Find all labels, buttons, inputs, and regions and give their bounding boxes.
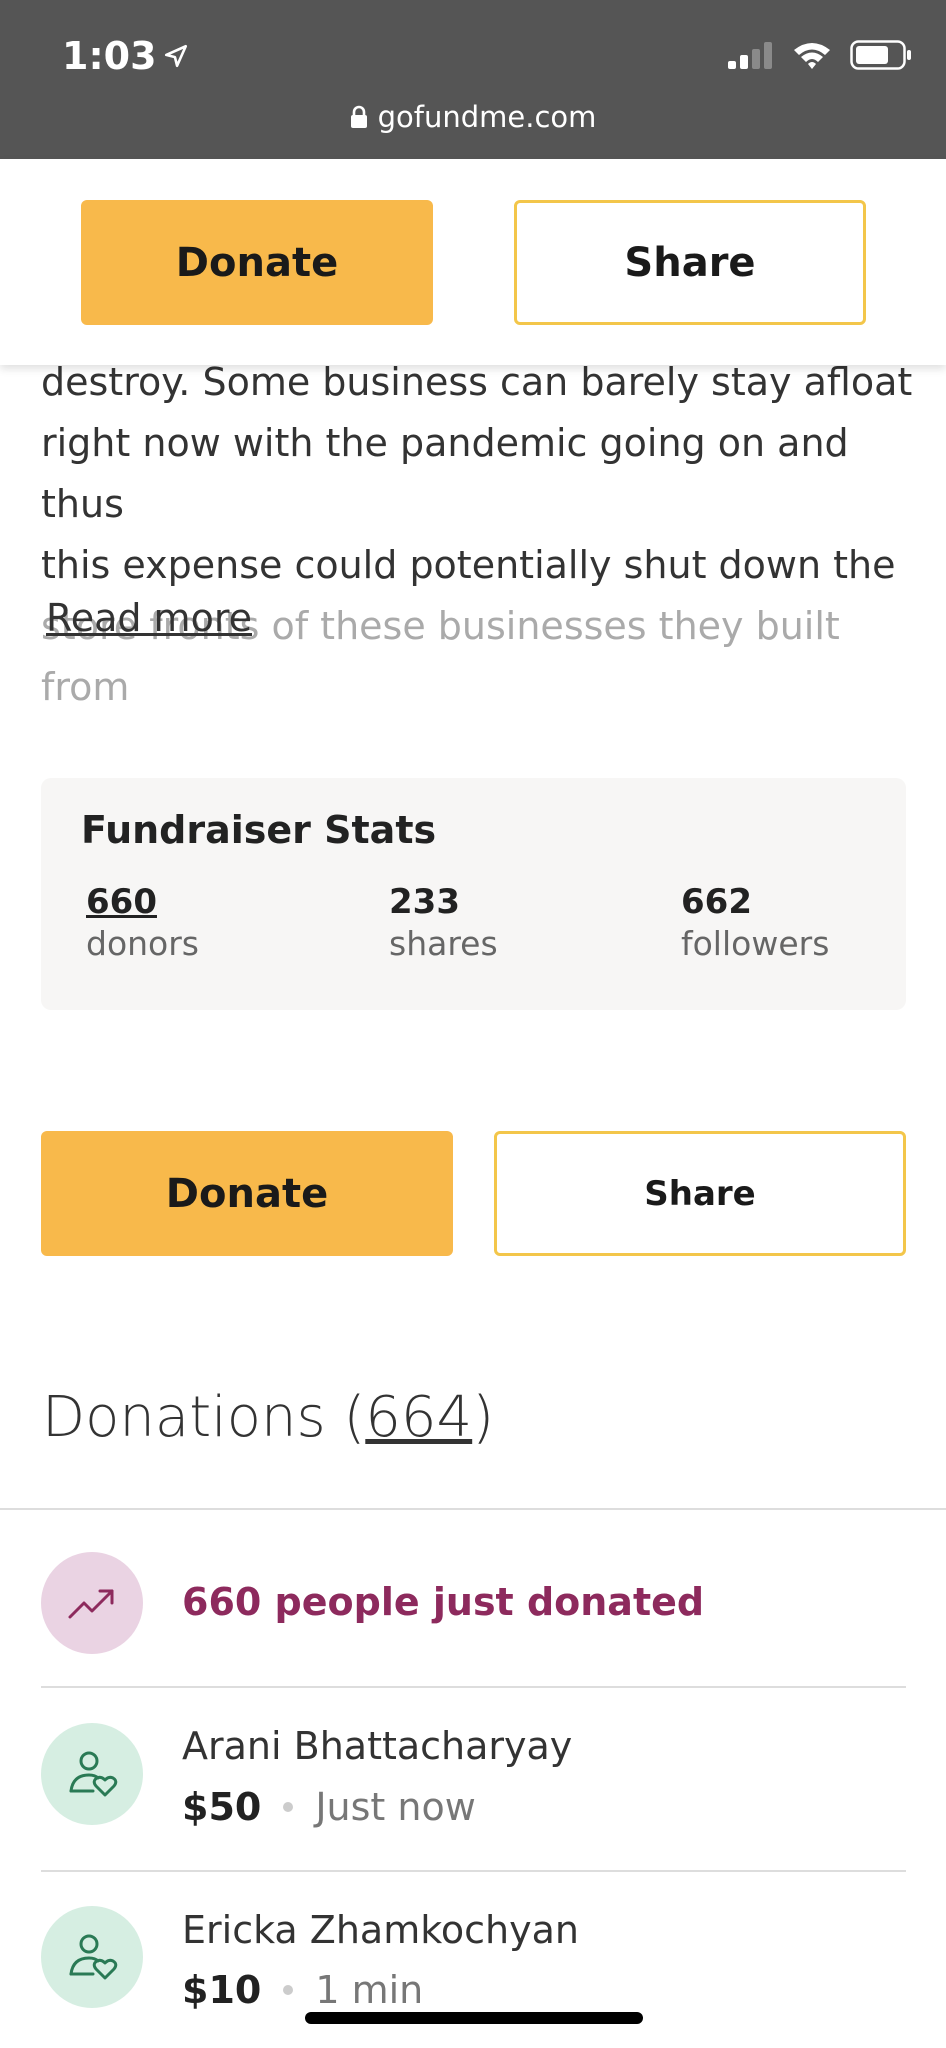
wifi-icon [794, 43, 830, 69]
donation-time: 1 min [315, 1968, 424, 2012]
sticky-action-bar: Donate Share [0, 159, 946, 365]
status-icons [728, 40, 912, 70]
donor-heart-icon [69, 1751, 118, 1797]
donor-avatar [41, 1723, 143, 1825]
location-arrow-icon [164, 44, 187, 68]
trending-badge [41, 1552, 143, 1654]
donors-count[interactable]: 660 [86, 882, 199, 922]
separator-dot [283, 1802, 294, 1812]
divider [0, 1508, 946, 1510]
share-button[interactable]: Share [494, 1131, 906, 1256]
donation-meta: $50 Just now [182, 1785, 476, 1829]
donations-title-suffix: ) [472, 1385, 495, 1450]
stats-title: Fundraiser Stats [81, 808, 437, 852]
url-text: gofundme.com [377, 100, 597, 134]
donor-avatar [41, 1906, 143, 2008]
donor-name: Arani Bhattacharyay [182, 1724, 573, 1768]
donations-count-link[interactable]: 664 [365, 1385, 472, 1450]
stat-donors[interactable]: 660 donors [86, 882, 199, 963]
donation-meta: $10 1 min [182, 1968, 423, 2012]
donors-label: donors [86, 924, 200, 963]
donations-title-prefix: Donations ( [42, 1385, 366, 1450]
donations-heading: Donations (664) [42, 1385, 494, 1450]
sticky-share-button[interactable]: Share [514, 200, 866, 325]
signal-icon [728, 42, 772, 69]
story-line: this expense could potentially shut down… [41, 543, 896, 587]
followers-count: 662 [681, 882, 752, 922]
donor-name: Ericka Zhamkochyan [182, 1908, 579, 1952]
separator-dot [283, 1985, 294, 1995]
divider [41, 1870, 906, 1872]
story-text: destroy. Some business can barely stay a… [41, 352, 921, 718]
followers-label: followers [681, 924, 830, 963]
stat-followers: 662 followers [681, 882, 829, 963]
sticky-donate-button[interactable]: Donate [81, 200, 433, 325]
home-indicator[interactable] [305, 2012, 643, 2024]
shares-label: shares [389, 924, 498, 963]
time-text: 1:03 [62, 34, 157, 78]
trending-up-icon [68, 1589, 114, 1619]
story-line: right now with the pandemic going on and… [41, 421, 849, 526]
donation-time: Just now [315, 1785, 476, 1829]
donor-heart-icon [69, 1934, 118, 1980]
trending-donations-text: 660 people just donated [182, 1580, 705, 1624]
divider [41, 1686, 906, 1688]
lock-icon [350, 105, 367, 128]
donation-amount: $10 [182, 1968, 262, 2012]
donate-button[interactable]: Donate [41, 1131, 453, 1256]
status-bar: 1:03 gofundme.com [0, 0, 946, 159]
battery-icon [850, 40, 911, 70]
address-bar[interactable]: gofundme.com [0, 100, 946, 134]
fundraiser-stats-card: Fundraiser Stats 660 donors 233 shares 6… [41, 778, 906, 1010]
status-time: 1:03 [62, 34, 189, 78]
stat-shares: 233 shares [389, 882, 498, 963]
shares-count: 233 [389, 882, 460, 922]
donation-amount: $50 [182, 1785, 262, 1829]
read-more-link[interactable]: Read more [46, 596, 252, 640]
